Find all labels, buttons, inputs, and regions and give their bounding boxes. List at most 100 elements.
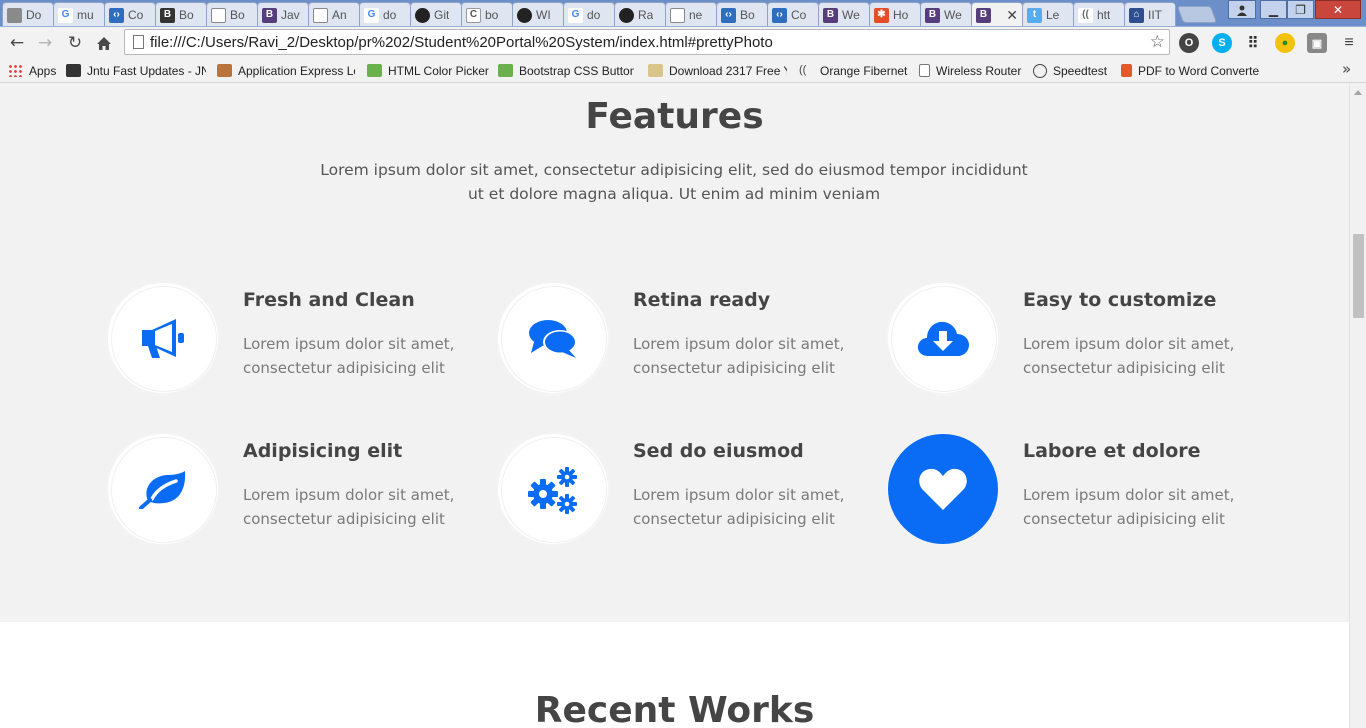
bookmark-orange-fibernet[interactable]: ((Orange Fibernet [799,61,907,80]
url-text: file:///C:/Users/Ravi_2/Desktop/pr%202/S… [150,33,773,51]
feature-text: Lorem ipsum dolor sit amet, consectetur … [243,486,455,528]
tab-16[interactable]: ‹› Co [767,2,819,26]
forward-arrow-icon: → [37,33,53,53]
google-icon: G [364,7,379,23]
tab-5[interactable]: Bo [206,2,258,26]
tab-19[interactable]: B We [920,2,972,26]
pdf-icon [1121,64,1132,77]
leaf-icon [139,471,186,509]
google-icon: G [568,7,583,23]
tab-4[interactable]: B Bo [155,2,207,26]
speedometer-icon [1033,63,1047,78]
close-icon: ✕ [1332,2,1344,17]
person-icon [1237,5,1247,16]
home-button[interactable] [92,31,116,55]
bootstrap-icon: B [925,7,940,23]
tab-14[interactable]: ne [665,2,717,26]
joomla-icon: ✱ [874,7,889,23]
tab-8[interactable]: Gdo [359,2,411,26]
scroll-thumb[interactable] [1353,234,1364,318]
bookmark-pdf-to-word[interactable]: PDF to Word Converte [1121,61,1259,80]
minimize-button[interactable]: ▁ [1260,0,1287,19]
user-profile-button[interactable] [1228,0,1256,19]
bookmark-download[interactable]: Download 2317 Free Y [648,61,787,80]
bootply-icon: ‹› [721,7,736,23]
tab-10[interactable]: Cbo [461,2,513,26]
maximize-icon: ❐ [1295,2,1306,17]
tab-1[interactable]: Do [2,2,54,26]
back-button[interactable]: ← [5,31,29,55]
tab-11[interactable]: WI [512,2,564,26]
tab-active[interactable]: B ✕ [971,2,1023,26]
page-icon [133,35,144,49]
new-tab-button[interactable] [1176,6,1218,23]
opera-extension-icon[interactable]: O [1179,33,1199,53]
document-icon [670,7,685,23]
signal-icon: (( [799,64,807,76]
github-icon [517,7,532,23]
bookmark-wireless-router[interactable]: Wireless Router [919,61,1021,80]
more-bookmarks-icon[interactable]: » [1342,60,1351,78]
back-arrow-icon: ← [9,33,25,53]
extension-circle-icon[interactable]: ● [1275,33,1295,53]
chart-icon [217,64,232,77]
bookmark-apex[interactable]: Application Express Lo [217,61,355,80]
skype-extension-icon[interactable]: S [1212,33,1232,53]
iit-logo-icon: ⌂ [1129,7,1144,23]
feature-title: Retina ready [633,289,771,311]
tab-12[interactable]: Gdo [563,2,615,26]
tab-22[interactable]: ((htt [1073,2,1125,26]
tab-6[interactable]: B Jav [257,2,309,26]
bookmark-color-picker[interactable]: HTML Color Picker [367,61,489,80]
address-bar[interactable]: file:///C:/Users/Ravi_2/Desktop/pr%202/S… [124,29,1170,55]
cogs-icon [528,467,577,514]
tab-23[interactable]: ⌂ IIT [1124,2,1176,26]
home-icon [97,36,111,50]
tab-close-icon[interactable]: ✕ [1006,7,1018,24]
bookmark-jntu[interactable]: Jntu Fast Updates - JN [66,61,206,80]
document-icon [211,7,226,23]
signal-icon: (( [1078,7,1093,23]
tab-7[interactable]: An [308,2,360,26]
extension-square-icon[interactable]: ▣ [1307,33,1327,53]
tab-9[interactable]: Git [410,2,462,26]
bookmark-bootstrap-buttons[interactable]: Bootstrap CSS Button [498,61,634,80]
feature-icon-circle [108,283,218,393]
features-title: Features [585,96,764,137]
document-icon [7,7,22,23]
c-icon: C [466,7,481,23]
reload-button[interactable]: ↻ [63,31,87,55]
tab-13[interactable]: Ra [614,2,666,26]
twitter-icon: t [1027,7,1042,23]
maximize-button[interactable]: ❐ [1287,0,1314,19]
feature-text: Lorem ipsum dolor sit amet, consectetur … [243,335,455,377]
github-icon [619,7,634,23]
feature-title: Easy to customize [1023,289,1217,311]
chrome-menu-icon[interactable]: ≡ [1339,33,1359,53]
bookmark-apps[interactable]: Apps [8,61,56,80]
page-scrollbar[interactable] [1349,84,1366,728]
tab-17[interactable]: B We [818,2,870,26]
tab-2[interactable]: Gmu [53,2,105,26]
tab-15[interactable]: ‹› Bo [716,2,768,26]
folder-icon [648,64,663,77]
forward-button[interactable]: → [33,31,57,55]
feature-text: Lorem ipsum dolor sit amet, consectetur … [1023,335,1235,377]
tab-3[interactable]: ‹› Co [104,2,156,26]
close-window-button[interactable]: ✕ [1315,0,1361,19]
reload-icon: ↻ [67,33,83,53]
feature-icon-circle [888,283,998,393]
feature-icon-circle [888,434,998,544]
feature-title: Sed do eiusmod [633,440,804,462]
document-icon [919,64,930,77]
feature-text: Lorem ipsum dolor sit amet, consectetur … [633,335,845,377]
apps-grid-icon [8,64,23,77]
apps-launcher-icon[interactable]: ⠿ [1243,33,1263,53]
bookmark-speedtest[interactable]: Speedtest [1033,61,1107,80]
scroll-up-icon[interactable] [1354,90,1362,95]
tab-21[interactable]: t Le [1022,2,1074,26]
feature-title: Labore et dolore [1023,440,1201,462]
tab-18[interactable]: ✱ Ho [869,2,921,26]
bookmarks-bar: Apps Jntu Fast Updates - JN Application … [0,58,1366,83]
bookmark-star-icon[interactable]: ☆ [1150,32,1165,52]
